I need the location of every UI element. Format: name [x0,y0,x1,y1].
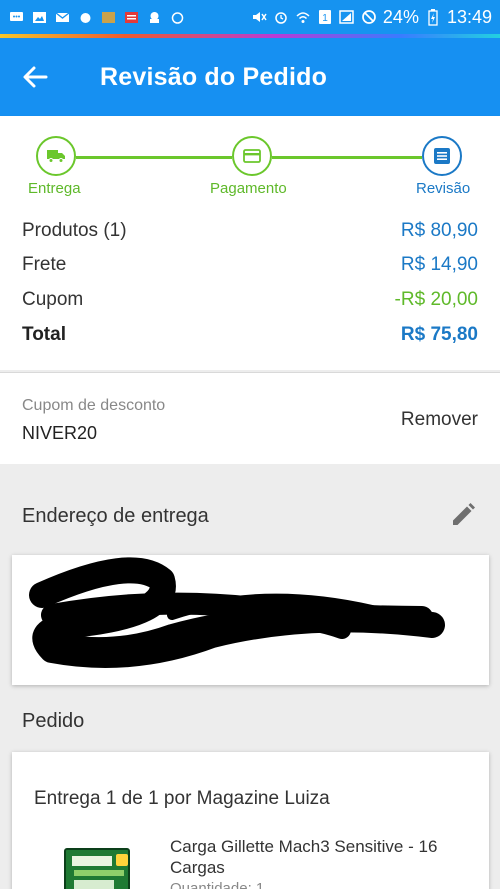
chat-icon [8,10,24,24]
app-icon [100,10,116,24]
stepper-line [76,156,232,159]
step-payment[interactable] [232,136,272,176]
product-name: Carga Gillette Mach3 Sensitive - 16 Carg… [170,837,438,877]
pencil-icon [453,503,475,525]
alarm-icon [273,10,289,24]
remove-coupon-button[interactable]: Remover [401,409,478,431]
battery-icon [425,8,441,26]
coupon-label: Cupom de desconto [22,397,166,414]
wifi-icon [295,10,311,24]
coupon-code: NIVER20 [22,423,98,443]
step-review[interactable] [422,136,462,176]
step-label-review: Revisão [416,180,471,197]
step-delivery[interactable] [36,136,76,176]
card-icon [243,149,261,163]
signal-icon [339,10,355,24]
blocked-icon [361,10,377,24]
status-bar: 1 24% 13:49 [0,0,500,34]
summary-row-coupon: Cupom -R$ 20,00 [22,289,478,311]
app-icon [123,10,139,24]
summary-label: Frete [22,254,67,275]
summary-label: Produtos (1) [22,220,127,241]
clock: 13:49 [446,6,492,27]
summary-row-total: Total R$ 75,80 [22,324,478,346]
edit-address-button[interactable] [448,500,478,530]
summary-value: R$ 14,90 [400,254,478,275]
order-heading: Pedido [22,710,85,732]
alarm-icon [169,10,185,24]
app-icon [77,10,93,24]
step-label-delivery: Entrega [28,180,81,197]
mute-icon [251,10,267,24]
summary-row-shipping: Frete R$ 14,90 [22,254,478,276]
stepper-line [272,156,422,159]
truck-icon [47,150,65,163]
summary-value: R$ 80,90 [400,220,478,241]
order-card: Entrega 1 de 1 por Magazine Luiza Carga … [12,752,489,889]
delivery-title: Entrega 1 de 1 por Magazine Luiza [34,788,330,809]
step-label-payment: Pagamento [210,180,287,197]
redacted-scribble [29,557,445,668]
order-summary: Produtos (1) R$ 80,90 Frete R$ 14,90 Cup… [0,220,500,370]
app-bar: Revisão do Pedido [0,38,500,116]
arrow-back-icon [23,66,48,88]
svg-text:1: 1 [322,13,328,24]
mail-icon [54,10,70,24]
address-heading: Endereço de entrega [22,505,209,527]
address-card[interactable] [12,555,489,685]
back-button[interactable] [0,38,70,116]
list-icon [434,148,450,164]
sim-icon: 1 [317,10,333,24]
summary-value: R$ 75,80 [400,324,478,345]
product-image [64,848,130,889]
octopus-icon [146,10,162,24]
summary-value: -R$ 20,00 [394,289,478,310]
battery-percent: 24% [382,6,419,27]
image-icon [31,10,47,24]
summary-label: Cupom [22,289,84,310]
summary-row-products: Produtos (1) R$ 80,90 [22,220,478,242]
coupon-section: Cupom de desconto NIVER20 Remover [0,372,500,464]
page-title: Revisão do Pedido [100,62,328,91]
product-quantity: Quantidade: 1 [170,880,265,889]
summary-label: Total [22,324,66,345]
